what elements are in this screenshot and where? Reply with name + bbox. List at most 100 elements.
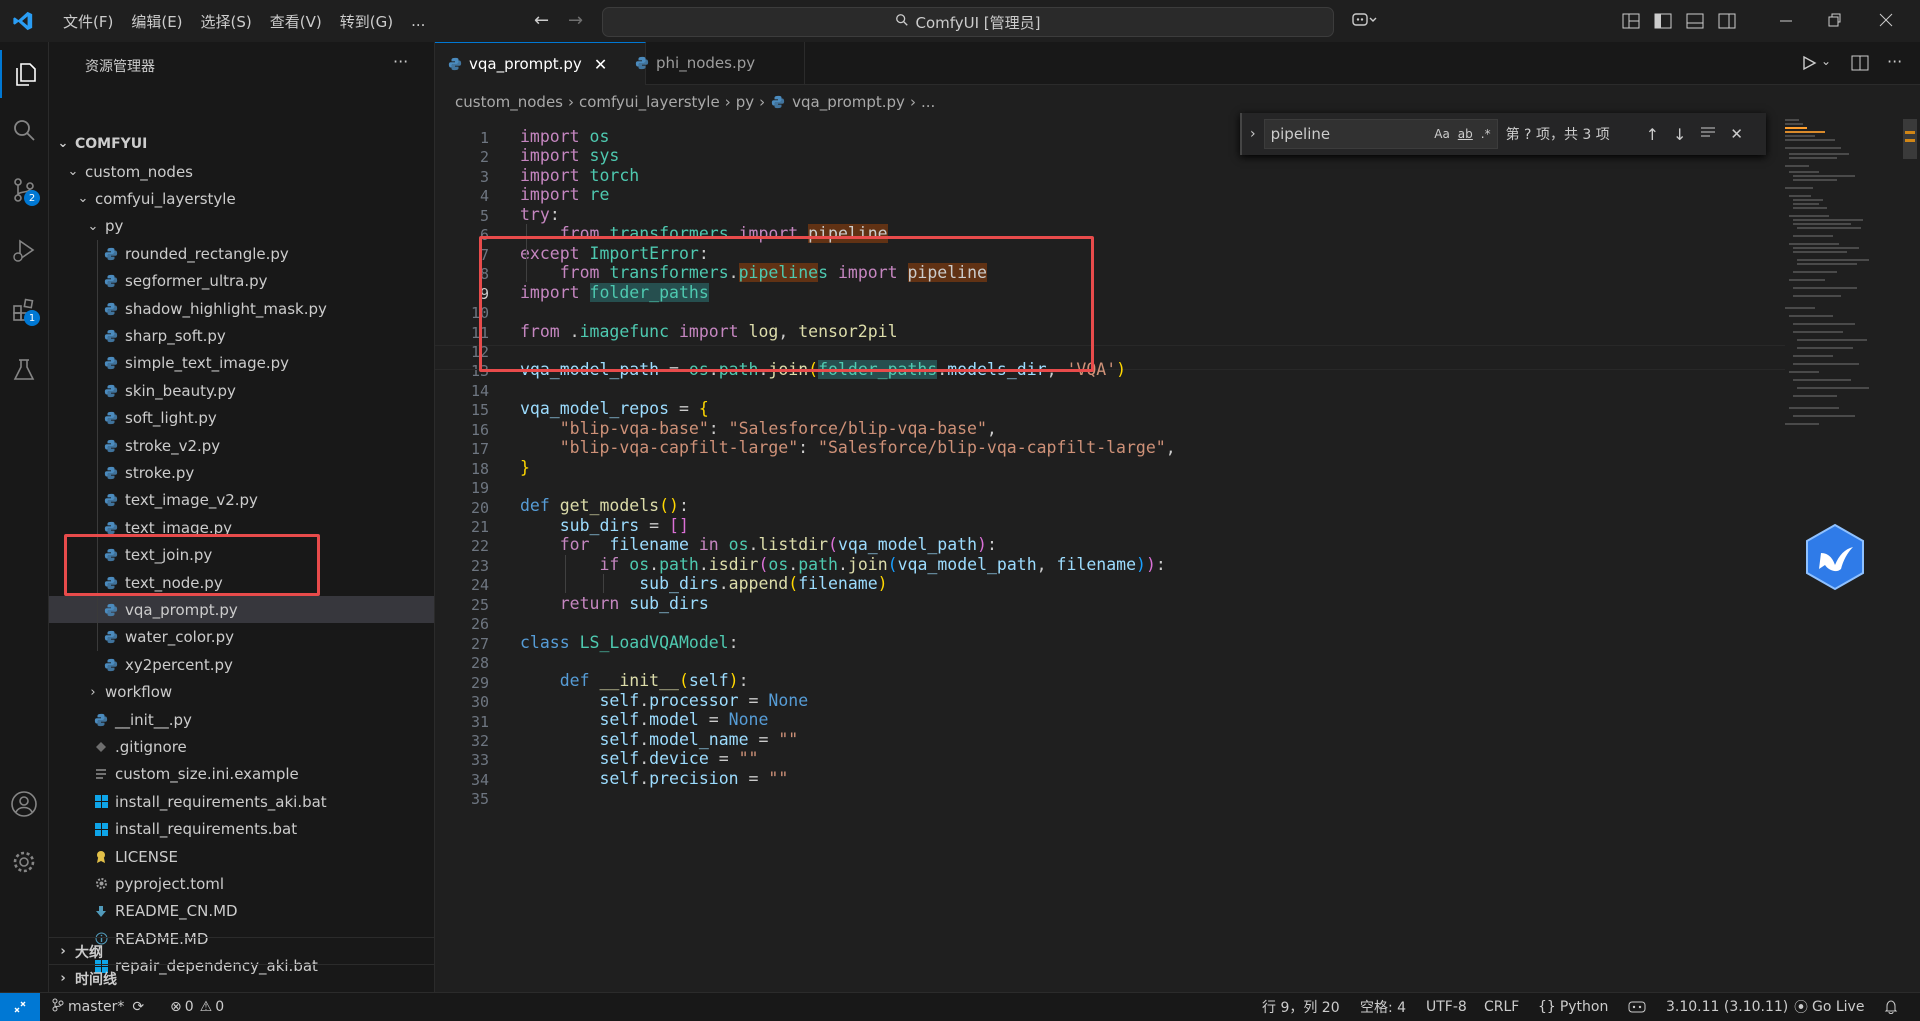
layout-icon[interactable] bbox=[1622, 12, 1640, 34]
toggle-sidebar-icon[interactable] bbox=[1654, 12, 1672, 34]
menu-selection[interactable]: 选择(S) bbox=[192, 11, 261, 32]
tree-item[interactable]: custom_size.ini.example bbox=[49, 761, 434, 788]
breadcrumb-item[interactable]: comfyui_layerstyle bbox=[579, 93, 720, 111]
breadcrumb-item[interactable]: py bbox=[736, 93, 754, 111]
explorer-icon[interactable] bbox=[0, 50, 50, 98]
line-number: 29 bbox=[470, 673, 489, 692]
tab-vqa-prompt[interactable]: vqa_prompt.py ✕ bbox=[435, 42, 646, 85]
breadcrumb-item[interactable]: ... bbox=[921, 93, 935, 111]
tree-item[interactable]: README_CN.MD bbox=[49, 898, 434, 925]
menu-view[interactable]: 查看(V) bbox=[261, 11, 331, 32]
problems-indicator[interactable]: ⊗ 0 ⚠ 0 bbox=[170, 993, 224, 1021]
tree-item-label: xy2percent.py bbox=[125, 655, 233, 674]
breadcrumb-item[interactable]: vqa_prompt.py bbox=[792, 93, 905, 111]
tree-item[interactable]: sharp_soft.py bbox=[49, 322, 434, 349]
run-python-icon[interactable] bbox=[1801, 55, 1817, 75]
toggle-panel-icon[interactable] bbox=[1686, 12, 1704, 34]
previous-match-arrow-icon[interactable]: ↑ bbox=[1646, 125, 1659, 144]
tree-item[interactable]: text_image_v2.py bbox=[49, 487, 434, 514]
tree-item[interactable]: .gitignore bbox=[49, 733, 434, 760]
tree-item[interactable]: install_requirements.bat bbox=[49, 816, 434, 843]
tree-item[interactable]: segformer_ultra.py bbox=[49, 268, 434, 295]
scrollbar-find-marker bbox=[1905, 139, 1915, 142]
tree-item[interactable]: ⌄ py bbox=[49, 213, 434, 240]
tree-item[interactable]: stroke_v2.py bbox=[49, 432, 434, 459]
tree-item[interactable]: pyproject.toml bbox=[49, 870, 434, 897]
license-icon bbox=[93, 849, 109, 865]
tree-item[interactable]: install_requirements_aki.bat bbox=[49, 788, 434, 815]
copilot-status-icon[interactable] bbox=[1628, 993, 1646, 1021]
forward-arrow-icon[interactable]: → bbox=[568, 10, 583, 31]
close-tab-icon[interactable]: ✕ bbox=[594, 55, 607, 74]
tree-item-label: water_color.py bbox=[125, 628, 234, 647]
tab-phi-nodes[interactable]: phi_nodes.py bbox=[622, 42, 805, 84]
tree-item[interactable]: soft_light.py bbox=[49, 405, 434, 432]
menu-go[interactable]: 转到(G) bbox=[331, 11, 402, 32]
toggle-replace-chevron-icon[interactable]: › bbox=[1250, 126, 1256, 142]
code-line: import os bbox=[520, 127, 610, 146]
tree-item[interactable]: rounded_rectangle.py bbox=[49, 240, 434, 267]
python-file-icon bbox=[634, 55, 650, 71]
menu-edit[interactable]: 编辑(E) bbox=[122, 11, 191, 32]
split-editor-icon[interactable] bbox=[1851, 54, 1869, 76]
workspace-root[interactable]: ⌄ COMFYUI bbox=[49, 130, 434, 157]
python-file-icon bbox=[103, 465, 119, 481]
back-arrow-icon[interactable]: ← bbox=[534, 10, 549, 31]
source-control-icon[interactable]: 2 bbox=[0, 166, 48, 214]
regex-button[interactable]: .* bbox=[1481, 127, 1491, 141]
indentation[interactable]: 空格: 4 bbox=[1360, 993, 1406, 1021]
remote-indicator-icon[interactable] bbox=[0, 993, 40, 1021]
next-match-arrow-icon[interactable]: ↓ bbox=[1673, 125, 1686, 144]
python-interpreter[interactable]: 3.10.11 (3.10.11) bbox=[1666, 993, 1788, 1021]
assistant-bird-icon[interactable] bbox=[1803, 523, 1867, 595]
menu-more[interactable]: ... bbox=[402, 12, 434, 30]
tree-item[interactable]: vqa_prompt.py bbox=[49, 596, 434, 624]
extensions-icon[interactable]: 1 bbox=[0, 286, 48, 334]
tree-item[interactable]: simple_text_image.py bbox=[49, 350, 434, 377]
outline-section[interactable]: › 大纲 bbox=[49, 937, 434, 965]
encoding[interactable]: UTF-8 bbox=[1426, 993, 1467, 1021]
find-input[interactable]: pipeline Aa ab .* bbox=[1263, 119, 1498, 149]
tree-item[interactable]: ⌄ comfyui_layerstyle bbox=[49, 185, 434, 212]
run-debug-icon[interactable] bbox=[0, 226, 48, 274]
breadcrumb-item[interactable]: custom_nodes bbox=[455, 93, 563, 111]
explorer-more-button[interactable]: ··· bbox=[393, 52, 408, 71]
menu-file[interactable]: 文件(F) bbox=[54, 11, 122, 32]
tree-item[interactable]: stroke.py bbox=[49, 459, 434, 486]
tree-item[interactable]: __init__.py bbox=[49, 706, 434, 733]
restore-icon[interactable] bbox=[1826, 12, 1842, 32]
account-icon[interactable] bbox=[0, 780, 48, 828]
tree-item[interactable]: shadow_highlight_mask.py bbox=[49, 295, 434, 322]
tree-item[interactable]: › workflow bbox=[49, 679, 434, 706]
minimize-icon[interactable] bbox=[1778, 12, 1794, 32]
notifications-bell-icon[interactable] bbox=[1884, 993, 1898, 1021]
editor-more-icon[interactable]: ··· bbox=[1887, 52, 1902, 71]
chevron-down-icon: ⌄ bbox=[67, 164, 79, 179]
tree-item[interactable]: xy2percent.py bbox=[49, 651, 434, 678]
command-center[interactable]: ComfyUI [管理员] bbox=[602, 7, 1334, 37]
timeline-section[interactable]: › 时间线 bbox=[49, 964, 434, 992]
branch-indicator[interactable]: master* ⟳ bbox=[52, 993, 144, 1021]
toggle-secondary-sidebar-icon[interactable] bbox=[1718, 12, 1736, 34]
testing-flask-icon[interactable] bbox=[0, 346, 48, 394]
line-ending[interactable]: CRLF bbox=[1484, 993, 1519, 1021]
tree-item[interactable]: ⌄ custom_nodes bbox=[49, 158, 434, 185]
copilot-icon[interactable] bbox=[1352, 11, 1378, 33]
language-mode[interactable]: {} Python bbox=[1538, 993, 1608, 1021]
branch-name: master* bbox=[68, 999, 125, 1015]
close-find-icon[interactable]: ✕ bbox=[1730, 125, 1743, 143]
cursor-position[interactable]: 行 9，列 20 bbox=[1262, 993, 1340, 1021]
search-icon[interactable] bbox=[0, 106, 48, 154]
whole-word-button[interactable]: ab bbox=[1458, 127, 1473, 141]
match-case-button[interactable]: Aa bbox=[1434, 127, 1450, 141]
go-live-button[interactable]: ⦿ Go Live bbox=[1794, 993, 1864, 1021]
close-window-icon[interactable] bbox=[1878, 12, 1894, 32]
tree-item[interactable]: LICENSE bbox=[49, 843, 434, 870]
tree-item[interactable]: water_color.py bbox=[49, 624, 434, 651]
find-in-selection-icon[interactable] bbox=[1700, 125, 1716, 143]
sync-icon[interactable]: ⟳ bbox=[132, 999, 144, 1015]
tree-item[interactable]: skin_beauty.py bbox=[49, 377, 434, 404]
settings-gear-icon[interactable] bbox=[0, 838, 48, 886]
run-dropdown-icon[interactable]: ⌄ bbox=[1821, 54, 1831, 68]
code-line: vqa_model_repos = { bbox=[520, 399, 709, 418]
